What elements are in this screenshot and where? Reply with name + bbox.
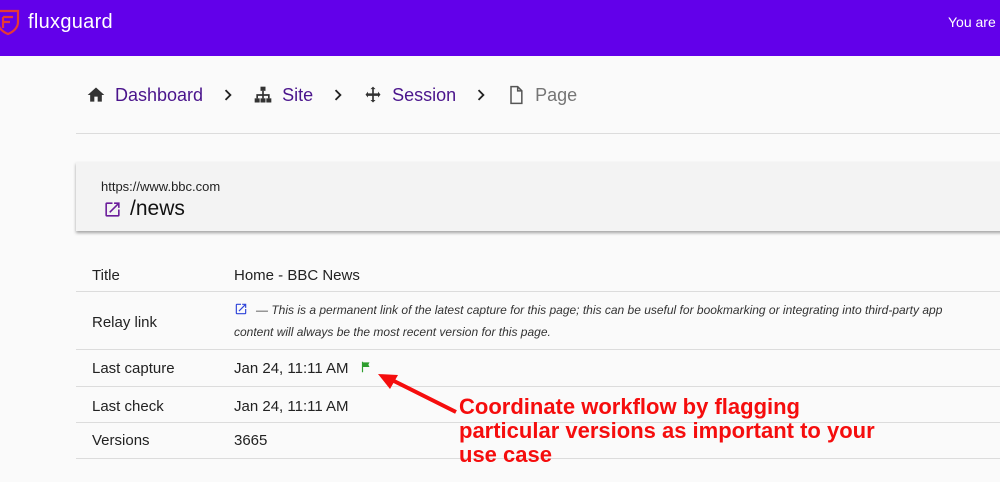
relay-description-line: content will always be the most recent v… <box>234 325 551 339</box>
move-arrows-icon <box>365 86 381 103</box>
relay-link-icon[interactable] <box>234 302 248 316</box>
relay-link-description: — This is a permanent link of the latest… <box>234 299 1000 343</box>
url-card: https://www.bbc.com /news <box>76 162 1000 231</box>
callout-arrow-icon <box>378 374 457 414</box>
page-path: /news <box>130 197 185 220</box>
page-path-link[interactable]: /news <box>103 197 185 221</box>
breadcrumb-label: Site <box>282 84 314 105</box>
breadcrumb-session[interactable]: Session <box>363 85 456 106</box>
chevron-right-icon <box>313 84 363 106</box>
last-capture-label: Last capture <box>92 360 175 377</box>
breadcrumb-label: Session <box>392 84 457 105</box>
chevron-right-icon <box>456 84 506 106</box>
last-capture-value: Jan 24, 11:11 AM <box>234 360 373 377</box>
chevron-right-icon <box>203 84 253 106</box>
title-label: Title <box>92 267 120 284</box>
versions-label: Versions <box>92 432 150 449</box>
table-row: Title Home - BBC News <box>76 256 1000 292</box>
fluxguard-logo-icon <box>0 9 20 36</box>
relay-link-label: Relay link <box>92 314 158 331</box>
table-row: Last capture Jan 24, 11:11 AM <box>76 350 1000 387</box>
table-row: Relay link — This is a permanent link of… <box>76 292 1000 350</box>
file-icon <box>510 85 523 105</box>
last-capture-time: Jan 24, 11:11 AM <box>234 360 349 377</box>
sitemap-icon <box>254 86 272 103</box>
open-external-icon <box>105 201 120 217</box>
user-greeting: You are <box>948 14 996 30</box>
breadcrumb-label: Page <box>535 84 578 105</box>
breadcrumb-dashboard[interactable]: Dashboard <box>86 85 203 106</box>
versions-value: 3665 <box>234 432 268 449</box>
callout-line: particular versions as important to your <box>459 418 875 443</box>
relay-description-line: — This is a permanent link of the latest… <box>256 303 943 317</box>
brand[interactable]: fluxguard <box>0 8 113 36</box>
breadcrumb: Dashboard Site Session Page <box>86 82 577 108</box>
callout-line: Coordinate workflow by flagging <box>459 394 800 419</box>
last-check-label: Last check <box>92 398 164 415</box>
divider <box>76 133 1000 134</box>
app-name: fluxguard <box>28 10 113 33</box>
breadcrumb-page: Page <box>506 85 577 106</box>
breadcrumb-site[interactable]: Site <box>253 85 313 106</box>
annotation-callout: Coordinate workflow by flagging particul… <box>459 395 979 467</box>
home-icon <box>87 87 105 102</box>
last-check-value: Jan 24, 11:11 AM <box>234 398 349 415</box>
top-app-bar: fluxguard You are <box>0 0 1000 56</box>
url-host: https://www.bbc.com <box>101 179 221 194</box>
breadcrumb-label: Dashboard <box>115 84 204 105</box>
title-value: Home - BBC News <box>234 267 360 284</box>
callout-line: use case <box>459 442 552 467</box>
